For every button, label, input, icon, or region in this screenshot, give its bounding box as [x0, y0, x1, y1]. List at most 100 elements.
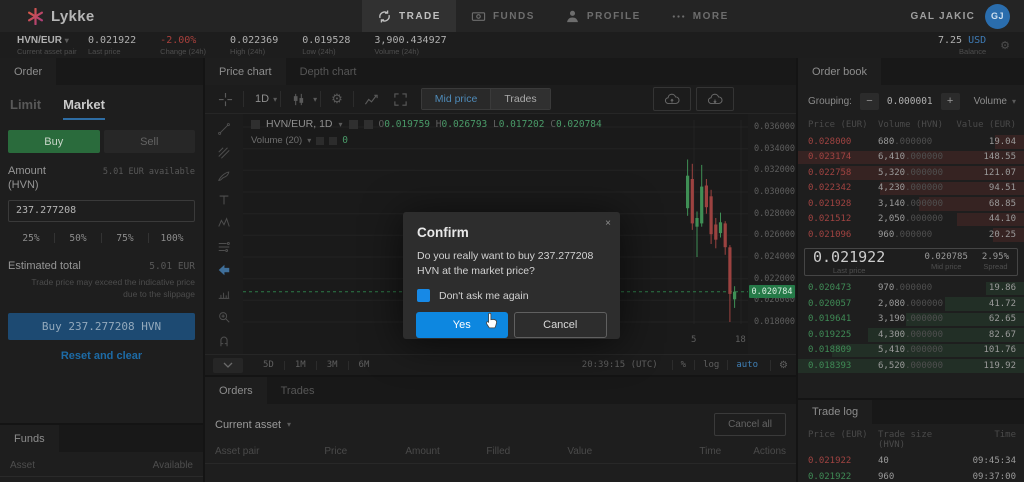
- sell-toggle-button[interactable]: Sell: [103, 130, 195, 153]
- amount-input[interactable]: [8, 199, 195, 222]
- tab-funds[interactable]: Funds: [0, 425, 59, 452]
- indicators-icon[interactable]: [357, 92, 386, 107]
- reset-and-clear-link[interactable]: Reset and clear: [0, 350, 203, 362]
- dont-ask-checkbox[interactable]: [417, 289, 430, 303]
- chevron-down-icon[interactable]: ▾: [287, 420, 291, 429]
- ask-row[interactable]: 0.023174 6,410.000000 148.55: [798, 150, 1024, 166]
- trend-line-icon[interactable]: [217, 122, 231, 137]
- chevron-down-icon[interactable]: ▾: [1012, 97, 1016, 106]
- scale-log[interactable]: log: [694, 360, 727, 370]
- legend-collapse-icon[interactable]: [251, 119, 260, 129]
- gear-icon[interactable]: ⚙: [986, 39, 1018, 52]
- funds-row[interactable]: HVN 68.421252 HVN: [0, 477, 203, 482]
- ask-row[interactable]: 0.022758 5,320.000000 121.07: [798, 165, 1024, 181]
- pattern-icon[interactable]: [217, 216, 231, 231]
- legend-action-icon[interactable]: [329, 136, 338, 145]
- chevron-down-icon[interactable]: ▾: [307, 136, 311, 145]
- ask-row[interactable]: 0.028000 680.000000 19.04: [798, 134, 1024, 150]
- measure-icon[interactable]: [217, 287, 231, 302]
- ask-row[interactable]: 0.022342 4,230.000000 94.51: [798, 181, 1024, 197]
- asset-pair-selector[interactable]: HVN/EUR ▾ Current asset pair: [0, 35, 88, 56]
- legend-action-icon[interactable]: [363, 119, 373, 129]
- book-volume-dropdown[interactable]: Volume: [974, 96, 1007, 107]
- tab-depth-chart[interactable]: Depth chart: [286, 58, 371, 85]
- chevron-down-icon[interactable]: ▾: [65, 36, 69, 45]
- user-box[interactable]: GAL JAKIC GJ: [910, 0, 1010, 32]
- magnet-icon[interactable]: [217, 334, 231, 349]
- price-axis[interactable]: 0.036000 0.034000 0.032000 0.030000 0.028000…: [748, 114, 796, 354]
- bid-row[interactable]: 0.019225 4,300.000000 82.67: [798, 327, 1024, 343]
- scale-%[interactable]: %: [671, 360, 694, 370]
- text-tool-icon[interactable]: [217, 193, 231, 208]
- bid-row[interactable]: 0.018809 5,410.000000 101.76: [798, 343, 1024, 359]
- buy-toggle-button[interactable]: Buy: [8, 130, 100, 153]
- trades-button[interactable]: Trades: [490, 89, 550, 109]
- grouping-decrease-button[interactable]: −: [859, 93, 879, 110]
- forecast-icon[interactable]: [217, 240, 231, 255]
- grouping-increase-button[interactable]: +: [940, 93, 960, 110]
- tab-price-chart[interactable]: Price chart: [205, 58, 286, 85]
- tab-limit[interactable]: Limit: [10, 97, 41, 120]
- brush-icon[interactable]: [217, 169, 231, 184]
- percent-button-50[interactable]: 50%: [55, 229, 101, 248]
- legend-action-icon[interactable]: [316, 136, 325, 145]
- tab-order-book[interactable]: Order book: [798, 58, 882, 85]
- current-price-tag: 0.020784: [749, 285, 795, 298]
- percent-button-100[interactable]: 100%: [149, 229, 195, 248]
- chevron-down-icon[interactable]: ▾: [273, 95, 277, 104]
- tab-trade-log[interactable]: Trade log: [798, 400, 873, 424]
- cancel-button[interactable]: Cancel: [513, 312, 607, 339]
- nav-profile[interactable]: PROFILE: [550, 0, 656, 32]
- candlestick-style-icon[interactable]: [284, 92, 313, 107]
- chevron-down-icon[interactable]: ▾: [313, 95, 317, 104]
- tab-order[interactable]: Order: [0, 58, 57, 85]
- bid-row[interactable]: 0.020473 970.000000 19.86: [798, 281, 1024, 297]
- brand[interactable]: Lykke: [0, 7, 94, 25]
- percent-button-75[interactable]: 75%: [102, 229, 148, 248]
- mid-price-button[interactable]: Mid price: [421, 89, 491, 109]
- crosshair-icon[interactable]: [211, 92, 240, 107]
- tab-orders[interactable]: Orders: [205, 377, 267, 404]
- interval-dropdown[interactable]: 1D: [247, 93, 273, 105]
- trade-log-row[interactable]: 0.021922 40 09:45:34: [798, 453, 1024, 469]
- fullscreen-icon[interactable]: [386, 92, 415, 107]
- bid-row[interactable]: 0.020057 2,080.000000 41.72: [798, 296, 1024, 312]
- tab-trades[interactable]: Trades: [267, 377, 329, 404]
- balance-currency[interactable]: USD: [968, 35, 986, 46]
- axis-settings-gear-icon[interactable]: ⚙: [770, 359, 788, 371]
- collapse-toolbar-button[interactable]: [213, 357, 243, 373]
- close-icon[interactable]: ×: [605, 219, 611, 229]
- legend-action-icon[interactable]: [348, 119, 358, 129]
- ask-row[interactable]: 0.021512 2,050.000000 44.10: [798, 212, 1024, 228]
- funds-col-asset: Asset: [10, 460, 36, 471]
- volume-label[interactable]: Volume (20): [251, 135, 302, 146]
- chevron-down-icon[interactable]: ▾: [339, 120, 343, 129]
- range-3m[interactable]: 3M: [317, 360, 348, 370]
- scale-auto[interactable]: auto: [727, 360, 766, 370]
- cancel-all-button[interactable]: Cancel all: [714, 413, 786, 436]
- nav-trade[interactable]: TRADE: [362, 0, 456, 32]
- cloud-load-icon[interactable]: [696, 87, 734, 111]
- bid-row[interactable]: 0.019641 3,190.000000 62.65: [798, 312, 1024, 328]
- nav-funds[interactable]: FUNDS: [456, 0, 550, 32]
- ask-row[interactable]: 0.021096 960.000000 20.25: [798, 227, 1024, 243]
- nav-more[interactable]: MORE: [656, 0, 744, 32]
- range-6m[interactable]: 6M: [349, 360, 380, 370]
- chart-clock[interactable]: 20:39:15 (UTC): [582, 360, 658, 370]
- range-1m[interactable]: 1M: [285, 360, 316, 370]
- arrow-mark-icon[interactable]: [217, 263, 231, 278]
- range-5d[interactable]: 5D: [253, 360, 284, 370]
- legend-symbol[interactable]: HVN/EUR, 1D: [266, 118, 333, 130]
- gann-fib-icon[interactable]: [217, 146, 231, 161]
- current-asset-filter[interactable]: Current asset: [215, 419, 281, 431]
- bid-row[interactable]: 0.018393 6,520.000000 119.92: [798, 358, 1024, 374]
- ask-row[interactable]: 0.021928 3,140.000000 68.85: [798, 196, 1024, 212]
- avatar[interactable]: GJ: [985, 3, 1010, 29]
- tab-market[interactable]: Market: [63, 97, 105, 120]
- trade-log-row[interactable]: 0.021922 960 09:37:00: [798, 469, 1024, 482]
- cloud-save-icon[interactable]: [653, 87, 691, 111]
- zoom-in-icon[interactable]: [217, 310, 231, 325]
- chart-settings-gear-icon[interactable]: ⚙: [324, 91, 350, 107]
- percent-button-25[interactable]: 25%: [8, 229, 54, 248]
- submit-buy-button[interactable]: Buy 237.277208 HVN: [8, 313, 195, 340]
